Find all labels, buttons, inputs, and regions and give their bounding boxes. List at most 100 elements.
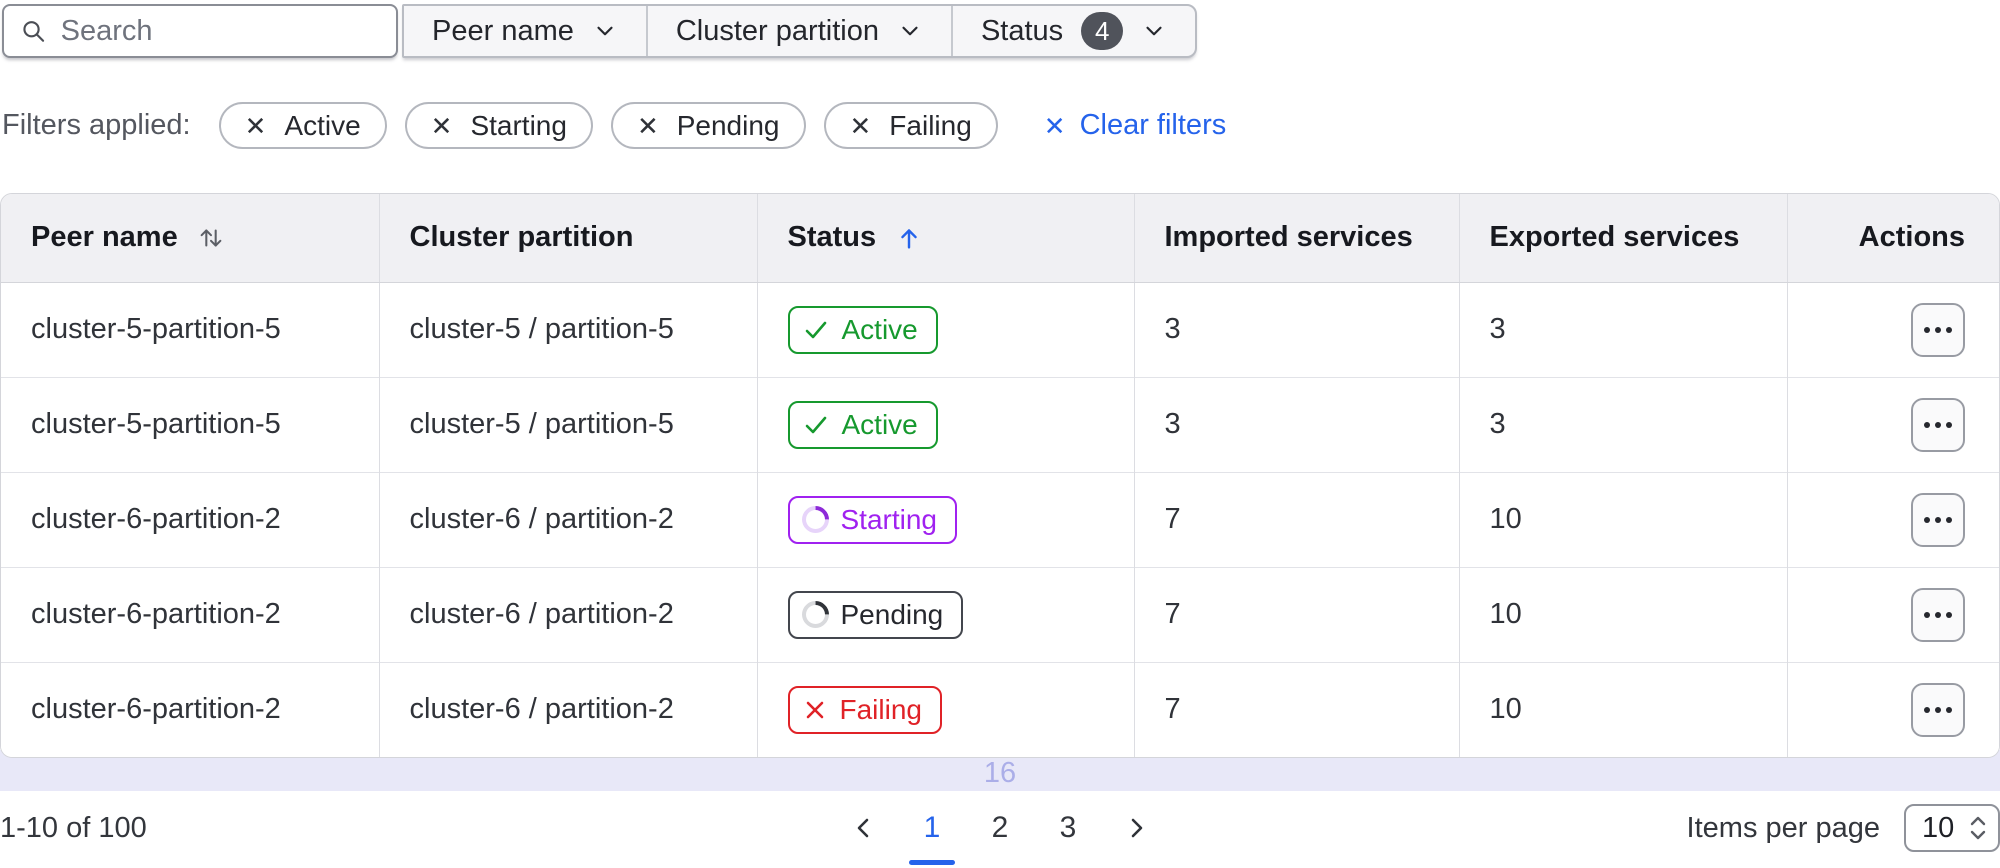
- page-button-1[interactable]: 1: [909, 811, 955, 865]
- table-header-row: Peer name Cluster partition Status Impor…: [1, 194, 1999, 283]
- actions-cell: [1786, 661, 1999, 757]
- exported-services-cell: 10: [1458, 471, 1787, 567]
- sort-by-status-button[interactable]: Status: [788, 221, 925, 254]
- cluster-partition-cell: cluster-6 / partition-2: [378, 471, 757, 567]
- status-label: Active: [841, 313, 918, 345]
- cluster-partition-cell: cluster-5 / partition-5: [378, 376, 757, 472]
- column-header-imported-services: Imported services: [1133, 194, 1459, 283]
- sort-icon: [200, 229, 222, 247]
- next-page-button[interactable]: [1114, 812, 1158, 844]
- status-label: Failing: [839, 693, 922, 725]
- peer-name-cell: cluster-5-partition-5: [1, 376, 379, 472]
- filter-chip-label: Active: [284, 109, 361, 141]
- remove-filter-icon: ✕: [430, 110, 453, 141]
- status-filter-dropdown[interactable]: Status 4: [950, 6, 1195, 56]
- peer-name-cell: cluster-6-partition-2: [1, 661, 379, 757]
- search-input-wrapper[interactable]: [2, 4, 398, 58]
- check-icon: [805, 321, 826, 338]
- status-badge: Active: [787, 305, 938, 354]
- chevron-right-icon: [1131, 818, 1143, 838]
- filter-chip-pending[interactable]: ✕ Pending: [610, 102, 806, 149]
- table-row: cluster-6-partition-2 cluster-6 / partit…: [1, 471, 1999, 567]
- exported-services-cell: 3: [1458, 281, 1787, 377]
- row-actions-button[interactable]: [1911, 397, 1965, 452]
- page-number: 2: [991, 811, 1009, 844]
- clear-filters-button[interactable]: ✕ Clear filters: [1044, 109, 1226, 142]
- peer-name-cell: cluster-5-partition-5: [1, 281, 379, 377]
- stepper-icon: [1970, 816, 1986, 840]
- cluster-partition-cell: cluster-5 / partition-5: [378, 281, 757, 377]
- column-label: Imported services: [1164, 221, 1413, 254]
- dropdown-label: Status: [980, 14, 1064, 47]
- filter-chip-active[interactable]: ✕ Active: [218, 102, 387, 149]
- page-button-2[interactable]: 2: [978, 811, 1022, 845]
- status-badge: Pending: [787, 590, 964, 639]
- peers-table-card: Peer name Cluster partition Status Impor…: [0, 193, 2000, 758]
- remove-filter-icon: ✕: [636, 110, 659, 141]
- items-per-page-value: 10: [1922, 811, 1955, 844]
- row-actions-button[interactable]: [1911, 682, 1965, 737]
- cluster-partition-cell: cluster-6 / partition-2: [378, 661, 757, 757]
- peers-page: Peer name Cluster partition Status 4 Fil…: [0, 4, 2000, 868]
- sort-ascending-icon: [901, 229, 917, 249]
- pager: 1 2 3: [842, 811, 1158, 865]
- actions-cell: [1786, 376, 1999, 472]
- search-input[interactable]: [60, 14, 380, 48]
- table-row: cluster-6-partition-2 cluster-6 / partit…: [1, 566, 1999, 662]
- applied-filters-row: Filters applied: ✕ Active ✕ Starting ✕ P…: [2, 102, 2000, 149]
- page-number: 1: [923, 811, 941, 844]
- row-actions-button[interactable]: [1911, 302, 1965, 357]
- imported-services-cell: 3: [1133, 376, 1459, 472]
- cluster-partition-filter-dropdown[interactable]: Cluster partition: [645, 6, 951, 56]
- peer-name-cell: cluster-6-partition-2: [1, 471, 379, 567]
- peer-name-filter-dropdown[interactable]: Peer name: [404, 6, 646, 56]
- status-badge: Starting: [787, 495, 957, 544]
- filter-chip-label: Failing: [889, 109, 972, 141]
- previous-page-button[interactable]: [842, 812, 886, 844]
- items-per-page-select[interactable]: 10: [1904, 804, 2000, 852]
- column-header-status: Status: [756, 194, 1134, 283]
- row-actions-button[interactable]: [1911, 492, 1965, 547]
- column-header-actions: Actions: [1786, 194, 1999, 283]
- actions-cell: [1786, 471, 1999, 567]
- exported-services-cell: 10: [1458, 661, 1787, 757]
- items-per-page-label: Items per page: [1686, 811, 1880, 844]
- row-actions-button[interactable]: [1911, 587, 1965, 642]
- filter-chip-starting[interactable]: ✕ Starting: [404, 102, 593, 149]
- status-label: Active: [841, 408, 918, 440]
- actions-cell: [1786, 281, 1999, 377]
- active-page-indicator: [909, 860, 955, 865]
- filter-toolbar: Peer name Cluster partition Status 4: [2, 4, 2000, 58]
- column-label: Status: [787, 221, 877, 254]
- search-icon: [23, 21, 45, 42]
- column-header-peer-name: Peer name: [1, 194, 379, 283]
- table-row: cluster-6-partition-2 cluster-6 / partit…: [1, 661, 1999, 757]
- chevron-down-icon: [597, 26, 613, 36]
- scroll-indicator-value: 16: [983, 757, 1017, 789]
- dropdown-label: Cluster partition: [675, 14, 879, 47]
- status-filter-count-badge: 4: [1081, 12, 1124, 50]
- page-number: 3: [1059, 811, 1077, 844]
- chevron-down-icon: [1146, 26, 1162, 36]
- items-per-page: Items per page 10: [1687, 804, 2000, 852]
- sort-by-peer-name-button[interactable]: Peer name: [31, 221, 226, 254]
- status-cell: Pending: [756, 566, 1134, 662]
- status-label: Starting: [840, 503, 938, 535]
- status-cell: Failing: [756, 661, 1134, 757]
- peer-name-cell: cluster-6-partition-2: [1, 566, 379, 662]
- spinner-icon: [795, 500, 835, 539]
- column-label: Peer name: [31, 221, 178, 254]
- clear-filters-icon: ✕: [1043, 110, 1066, 141]
- peers-table: Peer name Cluster partition Status Impor…: [1, 194, 1999, 757]
- filter-chip-failing[interactable]: ✕ Failing: [823, 102, 998, 149]
- status-cell: Active: [756, 376, 1134, 472]
- page-button-3[interactable]: 3: [1046, 811, 1090, 845]
- filter-dropdown-group: Peer name Cluster partition Status 4: [402, 4, 1198, 58]
- check-icon: [805, 416, 826, 433]
- status-badge: Failing: [787, 685, 942, 734]
- x-icon: [806, 701, 823, 719]
- imported-services-cell: 7: [1133, 566, 1459, 662]
- exported-services-cell: 3: [1458, 376, 1787, 472]
- chevron-down-icon: [902, 26, 918, 36]
- dropdown-label: Peer name: [432, 14, 574, 47]
